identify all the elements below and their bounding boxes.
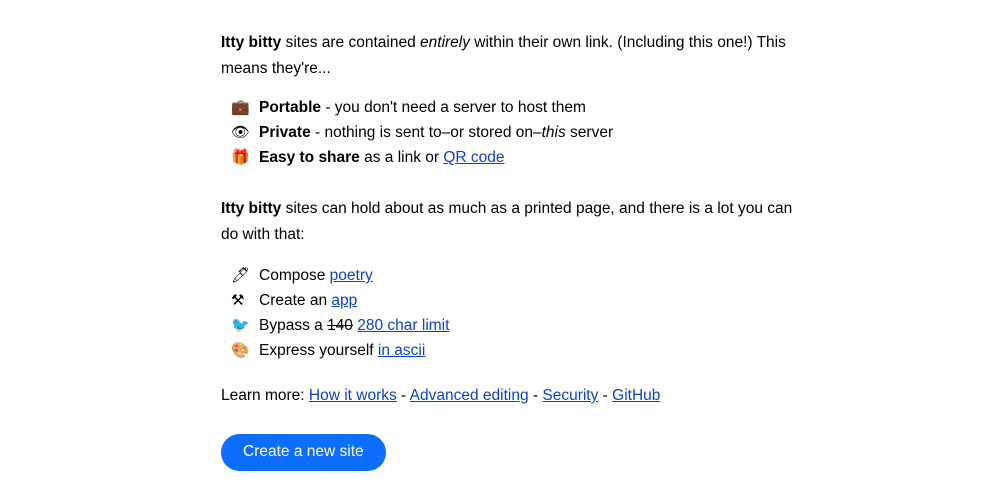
how-it-works-link[interactable]: How it works bbox=[309, 387, 397, 404]
use-char-limit-text: Bypass a 140 280 char limit bbox=[259, 313, 796, 338]
list-item: 🐦 Bypass a 140 280 char limit bbox=[221, 313, 796, 338]
feature-private-text: Private - nothing is sent to–or stored o… bbox=[259, 120, 796, 145]
uses-list: 🖊 Compose poetry ⚒ Create an app 🐦 Bypas… bbox=[221, 263, 796, 363]
intro-paragraph: Itty bitty sites are contained entirely … bbox=[221, 30, 796, 81]
char-limit-link[interactable]: 280 char limit bbox=[357, 317, 449, 334]
cta-row: Create a new site bbox=[221, 434, 386, 471]
poetry-link[interactable]: poetry bbox=[330, 267, 373, 284]
feature-portable-rest: - you don't need a server to host them bbox=[321, 99, 586, 116]
list-item: 🎁 Easy to share as a link or QR code bbox=[221, 145, 796, 170]
separator-1: - bbox=[396, 387, 410, 404]
page-root: Itty bitty sites are contained entirely … bbox=[0, 0, 1000, 500]
capacity-paragraph: Itty bitty sites can hold about as much … bbox=[221, 196, 796, 247]
feature-list: 💼 Portable - you don't need a server to … bbox=[221, 95, 796, 170]
feature-share-rest: as a link or bbox=[359, 149, 444, 166]
qr-code-link[interactable]: QR code bbox=[443, 149, 504, 166]
use-ascii-text: Express yourself in ascii bbox=[259, 338, 796, 363]
feature-portable-text: Portable - you don't need a server to ho… bbox=[259, 95, 796, 120]
artist-palette-icon: 🎨 bbox=[231, 341, 250, 359]
feature-share-text: Easy to share as a link or QR code bbox=[259, 145, 796, 170]
github-link[interactable]: GitHub bbox=[612, 387, 660, 404]
gift-icon: 🎁 bbox=[231, 148, 250, 166]
brand-name-capacity: Itty bitty bbox=[221, 200, 282, 217]
learn-more-label: Learn more: bbox=[221, 387, 309, 404]
capacity-text: sites can hold about as much as a printe… bbox=[221, 200, 793, 243]
eye-icon: 👁 bbox=[231, 123, 251, 141]
separator-2: - bbox=[528, 387, 543, 404]
pen-nib-icon: 🖊 bbox=[231, 266, 251, 284]
list-item: 💼 Portable - you don't need a server to … bbox=[221, 95, 796, 120]
list-item: 👁 Private - nothing is sent to–or stored… bbox=[221, 120, 796, 145]
use-poetry-prefix: Compose bbox=[259, 267, 330, 284]
feature-share-title: Easy to share bbox=[259, 149, 360, 166]
list-item: ⚒ Create an app bbox=[221, 288, 796, 313]
learn-more-row: Learn more: How it works - Advanced edit… bbox=[221, 383, 796, 408]
list-item: 🖊 Compose poetry bbox=[221, 263, 796, 288]
separator-3: - bbox=[598, 387, 613, 404]
briefcase-icon: 💼 bbox=[231, 98, 250, 116]
intro-text-part-1: sites are contained bbox=[281, 34, 421, 51]
in-ascii-link[interactable]: in ascii bbox=[378, 342, 425, 359]
list-item: 🎨 Express yourself in ascii bbox=[221, 338, 796, 363]
create-new-site-button[interactable]: Create a new site bbox=[221, 434, 386, 471]
use-char-limit-prefix: Bypass a bbox=[259, 317, 328, 334]
feature-private-title: Private bbox=[259, 124, 311, 141]
intro-emphasis: entirely bbox=[420, 34, 470, 51]
security-link[interactable]: Security bbox=[542, 387, 598, 404]
old-char-limit: 140 bbox=[327, 317, 353, 334]
feature-private-emphasis: this bbox=[541, 124, 566, 141]
advanced-editing-link[interactable]: Advanced editing bbox=[410, 387, 529, 404]
bird-icon: 🐦 bbox=[231, 316, 250, 334]
app-link[interactable]: app bbox=[331, 292, 357, 309]
use-app-prefix: Create an bbox=[259, 292, 332, 309]
use-app-text: Create an app bbox=[259, 288, 796, 313]
hammer-and-pick-icon: ⚒ bbox=[231, 291, 245, 309]
use-ascii-prefix: Express yourself bbox=[259, 342, 378, 359]
feature-portable-title: Portable bbox=[259, 99, 322, 116]
content-column: Itty bitty sites are contained entirely … bbox=[221, 30, 796, 408]
brand-name-intro: Itty bitty bbox=[221, 34, 282, 51]
feature-private-rest-b: server bbox=[565, 124, 614, 141]
feature-private-rest-a: - nothing is sent to–or stored on– bbox=[310, 124, 542, 141]
use-poetry-text: Compose poetry bbox=[259, 263, 796, 288]
